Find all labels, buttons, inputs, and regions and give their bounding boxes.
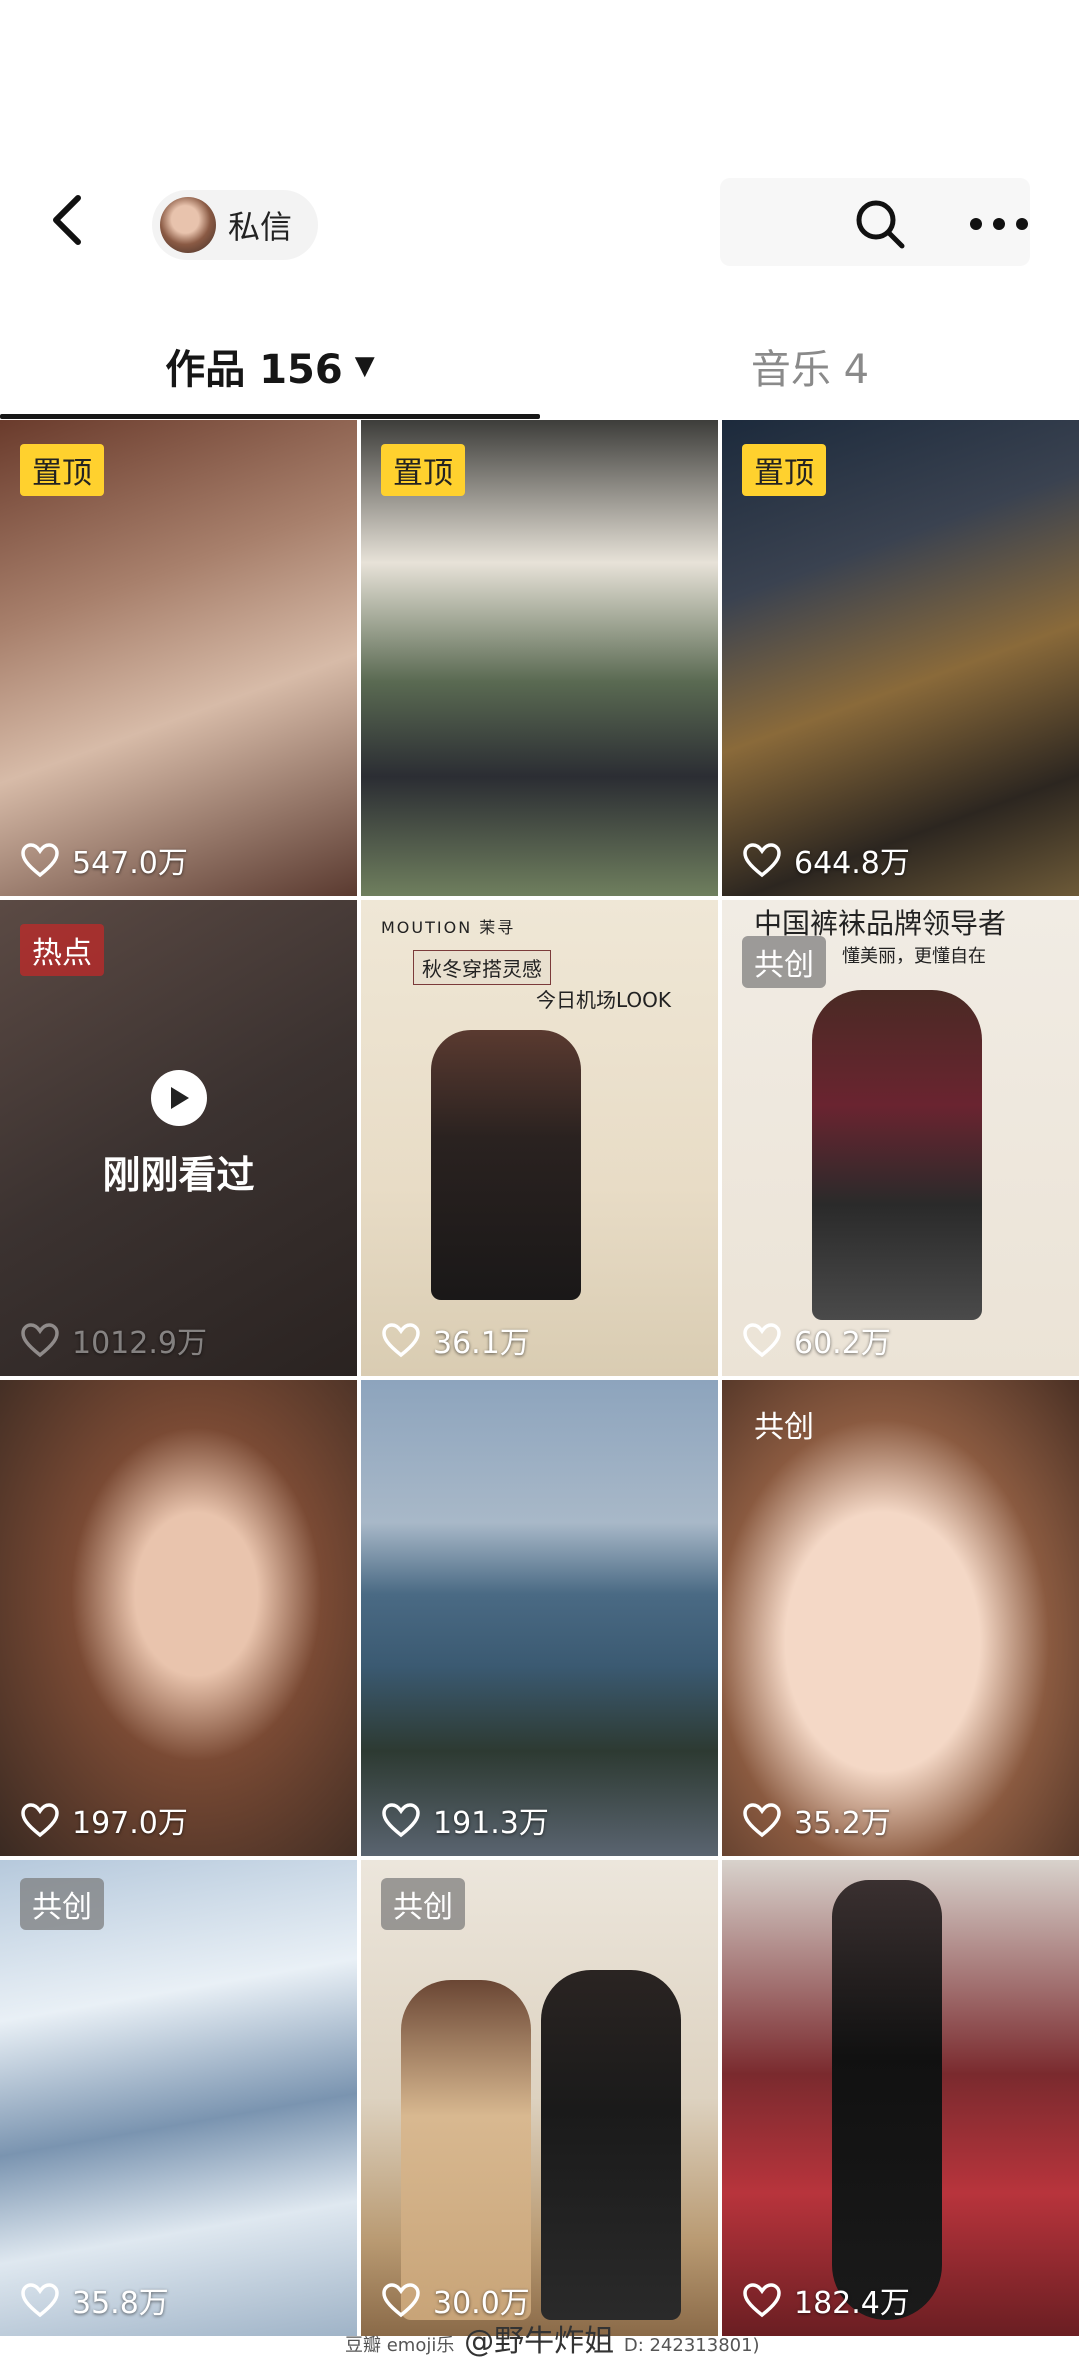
- active-tab-indicator: [0, 414, 540, 419]
- watermark-left: 豆瓣 emoji乐: [345, 2335, 455, 2356]
- like-count-value: 60.2万: [794, 1326, 891, 1361]
- like-count-value: 1012.9万: [72, 1326, 207, 1361]
- search-button[interactable]: [852, 196, 908, 252]
- like-count: 182.4万: [742, 2278, 910, 2322]
- watermark: 豆瓣 emoji乐 @野牛炸姐 D: 242313801): [345, 2316, 760, 2360]
- heart-icon: [21, 843, 59, 878]
- person-figure: [401, 1980, 531, 2320]
- like-count: 191.3万: [381, 1798, 549, 1842]
- tab-music-label: 音乐 4: [750, 347, 870, 393]
- person-figure: [541, 1970, 681, 2320]
- like-count-value: 547.0万: [72, 846, 188, 881]
- video-thumbnail[interactable]: 197.0万: [0, 1380, 357, 1856]
- heart-icon: [743, 1323, 781, 1358]
- model-figure: [431, 1030, 581, 1300]
- avatar[interactable]: [160, 197, 216, 253]
- co-creation-badge: 共创: [742, 936, 826, 988]
- person-figure: [832, 1880, 942, 2320]
- like-count: 547.0万: [20, 838, 188, 882]
- message-button[interactable]: 私信: [152, 190, 319, 260]
- video-thumbnail[interactable]: 中国裤袜品牌领导者 懂美丽，更懂自在 共创 60.2万: [722, 900, 1079, 1376]
- pinned-badge: 置顶: [742, 444, 826, 496]
- like-count: 197.0万: [20, 1798, 188, 1842]
- hot-badge: 热点: [20, 924, 104, 976]
- like-count-value: 35.2万: [794, 1806, 891, 1841]
- dropdown-arrow-icon: ▼: [354, 351, 375, 381]
- heart-icon: [743, 843, 781, 878]
- recently-watched-overlay: 刚刚看过: [0, 1070, 357, 1199]
- like-count-value: 182.4万: [794, 2286, 910, 2321]
- like-count: 35.2万: [742, 1798, 891, 1842]
- model-figure: [812, 990, 982, 1320]
- pinned-badge: 置顶: [381, 444, 465, 496]
- like-count-value: 36.1万: [433, 1326, 530, 1361]
- video-thumbnail[interactable]: 共创 35.2万: [722, 1380, 1079, 1856]
- back-arrow-icon: [53, 195, 81, 245]
- like-count-value: 644.8万: [794, 846, 910, 881]
- top-bar: 私信 作品 156 ▼ 音乐 4: [0, 0, 1080, 420]
- co-creation-badge: 共创: [20, 1878, 104, 1930]
- heart-icon: [743, 2283, 781, 2318]
- like-count: 36.1万: [381, 1318, 530, 1362]
- promo-subtitle: 今日机场LOOK: [536, 988, 672, 1012]
- video-thumbnail[interactable]: 置顶 644.8万: [722, 420, 1079, 896]
- tab-works-label: 作品 156: [165, 347, 343, 393]
- like-count-value: 197.0万: [72, 1806, 188, 1841]
- heart-icon: [21, 1323, 59, 1358]
- video-thumbnail[interactable]: 置顶: [361, 420, 718, 896]
- co-creation-badge: 共创: [381, 1878, 465, 1930]
- tab-music[interactable]: 音乐 4: [540, 318, 1080, 414]
- video-thumbnail[interactable]: 共创 35.8万: [0, 1860, 357, 2336]
- promo-tagline: 懂美丽，更懂自在: [842, 946, 986, 967]
- video-thumbnail[interactable]: 191.3万: [361, 1380, 718, 1856]
- search-icon: [856, 200, 905, 249]
- more-button[interactable]: [964, 196, 1034, 252]
- heart-icon: [382, 2283, 420, 2318]
- video-thumbnail[interactable]: MOUTION 茉寻 秋冬穿搭灵感 今日机场LOOK 36.1万: [361, 900, 718, 1376]
- like-count: 644.8万: [742, 838, 910, 882]
- heart-icon: [21, 2283, 59, 2318]
- heart-icon: [382, 1323, 420, 1358]
- video-thumbnail[interactable]: 182.4万: [722, 1860, 1079, 2336]
- message-label: 私信: [228, 208, 293, 246]
- watermark-name: @野牛炸姐: [464, 2324, 615, 2359]
- tab-works[interactable]: 作品 156 ▼: [0, 318, 540, 414]
- heart-icon: [21, 1803, 59, 1838]
- profile-tabs: 作品 156 ▼ 音乐 4: [0, 318, 1080, 419]
- video-thumbnail[interactable]: 置顶 547.0万: [0, 420, 357, 896]
- promo-title: 秋冬穿搭灵感: [413, 950, 551, 985]
- like-count-value: 191.3万: [433, 1806, 549, 1841]
- video-thumbnail[interactable]: 热点 刚刚看过 1012.9万: [0, 900, 357, 1376]
- like-count: 1012.9万: [20, 1318, 207, 1362]
- watermark-id: D: 242313801): [623, 2335, 760, 2356]
- like-count-value: 35.8万: [72, 2286, 169, 2321]
- play-icon: [150, 1070, 207, 1126]
- more-icon: [970, 218, 1028, 230]
- brand-label: MOUTION 茉寻: [381, 918, 516, 937]
- video-thumbnail[interactable]: 共创 30.0万: [361, 1860, 718, 2336]
- like-count: 60.2万: [742, 1318, 891, 1362]
- heart-icon: [382, 1803, 420, 1838]
- pinned-badge: 置顶: [20, 444, 104, 496]
- co-creation-badge: 共创: [754, 1410, 814, 1445]
- like-count: 35.8万: [20, 2278, 169, 2322]
- recently-watched-label: 刚刚看过: [102, 1153, 255, 1197]
- back-button[interactable]: [48, 190, 108, 260]
- heart-icon: [743, 1803, 781, 1838]
